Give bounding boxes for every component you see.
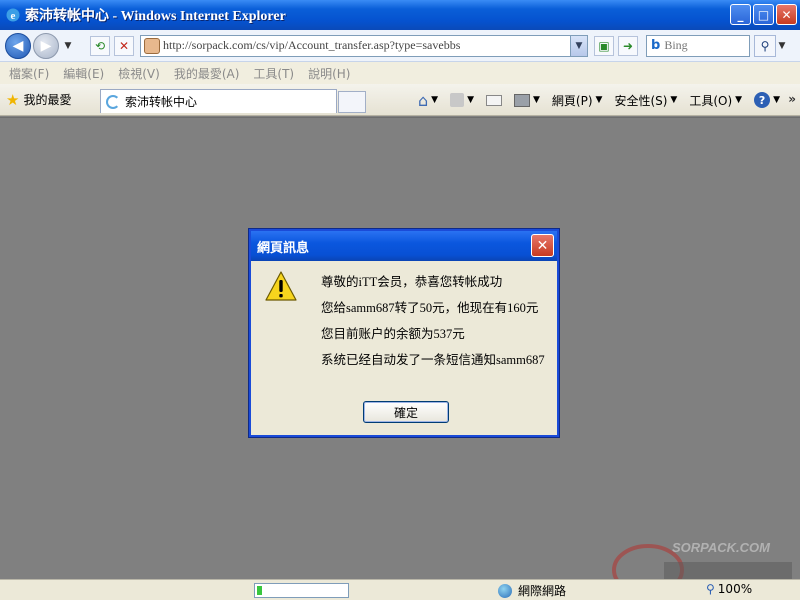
stop-icon: ✕: [118, 38, 130, 53]
refresh-icon: ⟲: [94, 38, 106, 53]
security-zone[interactable]: 網際網路: [498, 582, 566, 599]
page-menu-label: 網頁(P): [551, 93, 593, 108]
search-button[interactable]: ⚲: [754, 34, 776, 57]
minimize-button[interactable]: _: [730, 4, 751, 25]
url-input[interactable]: [163, 36, 570, 55]
search-options-dropdown[interactable]: ▼: [776, 41, 788, 51]
compatibility-view-button[interactable]: ▣: [594, 35, 614, 56]
site-favicon-icon: [144, 37, 160, 54]
go-arrow-icon: ➜: [622, 38, 634, 53]
address-dropdown-button[interactable]: ▼: [570, 35, 587, 56]
back-arrow-icon: ◀: [12, 37, 24, 54]
tools-menu-label: 工具(O): [689, 93, 733, 108]
loading-progress-bar: [254, 583, 349, 598]
tab-toolbar: ★ 我的最愛 索沛转帐中心 ⌂ ▼ ▼ ▼ 網頁(P) ▼ 安全性(S) ▼ 工具(O…: [0, 84, 800, 116]
dialog-close-button[interactable]: ✕: [531, 234, 554, 257]
safety-menu-button[interactable]: 安全性(S) ▼: [614, 92, 677, 109]
stop-button[interactable]: ✕: [114, 35, 134, 56]
message-line: 您目前账户的余额为537元: [321, 327, 465, 341]
menu-edit[interactable]: 編輯(E): [63, 65, 104, 82]
mail-button[interactable]: [485, 94, 502, 106]
favorites-label: 我的最愛: [23, 93, 72, 107]
safety-menu-label: 安全性(S): [614, 93, 668, 108]
recent-pages-dropdown[interactable]: ▼: [62, 41, 74, 51]
mail-icon: [485, 94, 502, 106]
dialog-message: 尊敬的iTT会员，恭喜您转帐成功 您给samm687转了50元，他现在有160元…: [321, 269, 545, 373]
chevron-down-icon: ▼: [532, 95, 540, 105]
message-dialog: 網頁訊息 ✕ 尊敬的iTT会员，恭喜您转帐成功 您给samm687转了50元，他…: [249, 229, 559, 437]
compatibility-icon: ▣: [598, 38, 610, 53]
message-line: 尊敬的iTT会员，恭喜您转帐成功: [321, 275, 503, 289]
warning-icon: [265, 271, 297, 301]
menu-file[interactable]: 檔案(F): [9, 65, 49, 82]
chevron-down-icon: ▼: [467, 95, 474, 105]
tab-title: 索沛转帐中心: [125, 95, 198, 109]
search-icon: ⚲: [760, 38, 770, 53]
chevron-down-icon: ▼: [670, 95, 678, 105]
tab-active[interactable]: 索沛转帐中心: [100, 89, 337, 113]
search-input[interactable]: [664, 38, 735, 53]
dialog-title: 網頁訊息: [257, 240, 310, 256]
search-box: b: [646, 34, 750, 57]
menu-view[interactable]: 檢視(V): [118, 65, 160, 82]
new-tab-button[interactable]: [338, 91, 366, 113]
maximize-button[interactable]: □: [753, 4, 774, 25]
dialog-titlebar: 網頁訊息: [251, 231, 557, 261]
favorites-button[interactable]: ★ 我的最愛: [6, 91, 71, 109]
rss-icon: [450, 93, 465, 107]
home-icon: ⌂: [417, 90, 429, 110]
zoom-label: 100%: [717, 582, 753, 596]
home-button[interactable]: ⌂ ▼: [418, 91, 438, 110]
svg-text:e: e: [11, 10, 16, 22]
star-icon: ★: [6, 90, 20, 109]
svg-text:SORPACK.COM: SORPACK.COM: [672, 540, 771, 555]
command-bar: ⌂ ▼ ▼ ▼ 網頁(P) ▼ 安全性(S) ▼ 工具(O) ▼ ? ▼: [406, 84, 780, 116]
globe-icon: [498, 583, 512, 598]
refresh-button[interactable]: ⟲: [90, 35, 110, 56]
print-button[interactable]: ▼: [513, 93, 540, 107]
progress-fill: [257, 586, 262, 595]
ie-logo-icon: e: [6, 8, 20, 22]
window-controls: _ □ ✕: [730, 4, 797, 25]
ok-button[interactable]: 確定: [363, 401, 449, 423]
magnifier-icon: ⚲: [706, 582, 715, 596]
feeds-button[interactable]: ▼: [450, 93, 474, 107]
bing-logo-icon: b: [651, 38, 661, 53]
forward-button[interactable]: ▶: [33, 32, 59, 59]
close-button[interactable]: ✕: [776, 4, 797, 25]
chevron-down-icon: ▼: [431, 95, 439, 105]
menu-help[interactable]: 說明(H): [308, 65, 350, 82]
menu-bar: 檔案(F) 編輯(E) 檢視(V) 我的最愛(A) 工具(T) 說明(H): [0, 62, 800, 84]
menu-tools[interactable]: 工具(T): [253, 65, 294, 82]
go-button[interactable]: ➜: [618, 35, 638, 56]
message-line: 系统已经自动发了一条短信通知samm687: [321, 353, 545, 367]
help-menu-button[interactable]: ? ▼: [754, 92, 780, 108]
message-line: 您给samm687转了50元，他现在有160元: [321, 301, 539, 315]
chevron-down-icon: ▼: [735, 95, 743, 105]
forward-arrow-icon: ▶: [40, 37, 52, 54]
zoom-level-button[interactable]: ⚲ 100%: [706, 582, 752, 596]
loading-icon: [106, 94, 120, 109]
address-bar: ▼: [140, 34, 588, 57]
status-bar: 網際網路 ⚲ 100%: [0, 579, 800, 600]
zone-label: 網際網路: [518, 584, 567, 598]
window-title: 索沛转帐中心 - Windows Internet Explorer: [25, 9, 286, 24]
toolbar-overflow-chevron[interactable]: »: [788, 92, 796, 106]
printer-icon: [513, 93, 530, 107]
window-titlebar: e 索沛转帐中心 - Windows Internet Explorer _ □…: [0, 0, 800, 30]
page-menu-button[interactable]: 網頁(P) ▼: [552, 92, 603, 109]
help-icon: ?: [754, 92, 771, 108]
chevron-down-icon: ▼: [773, 95, 780, 105]
back-button[interactable]: ◀: [5, 32, 31, 59]
menu-favorites[interactable]: 我的最愛(A): [174, 65, 240, 82]
tools-menu-button[interactable]: 工具(O) ▼: [689, 92, 742, 109]
chevron-down-icon: ▼: [595, 95, 603, 105]
address-toolbar: ◀ ▶ ▼ ⟲ ✕ ▼ ▣ ➜ b ⚲ ▼: [0, 30, 800, 62]
